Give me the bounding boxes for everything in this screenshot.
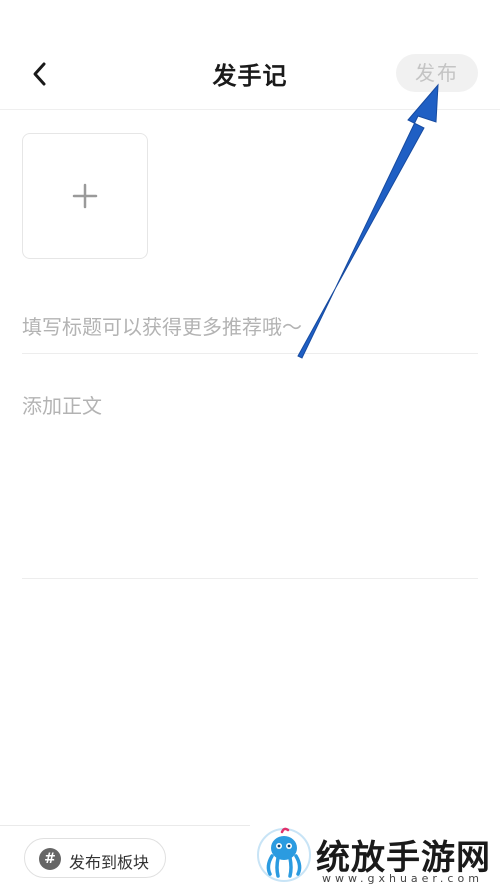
body-input[interactable] (22, 384, 478, 579)
publish-to-board-button[interactable]: # 发布到板块 (24, 838, 166, 878)
publish-to-board-label: 发布到板块 (69, 853, 150, 872)
add-image-button[interactable] (22, 133, 148, 259)
watermark: 统放手游网 www.gxhuaer.com (250, 822, 500, 889)
publish-button[interactable]: 发布 (396, 54, 478, 92)
hash-icon: # (39, 848, 61, 870)
watermark-url: www.gxhuaer.com (322, 872, 483, 885)
header-bar: 发手记 发布 (0, 0, 500, 110)
octopus-logo-icon (257, 827, 311, 882)
plus-icon (72, 183, 98, 209)
title-input[interactable] (22, 300, 478, 354)
